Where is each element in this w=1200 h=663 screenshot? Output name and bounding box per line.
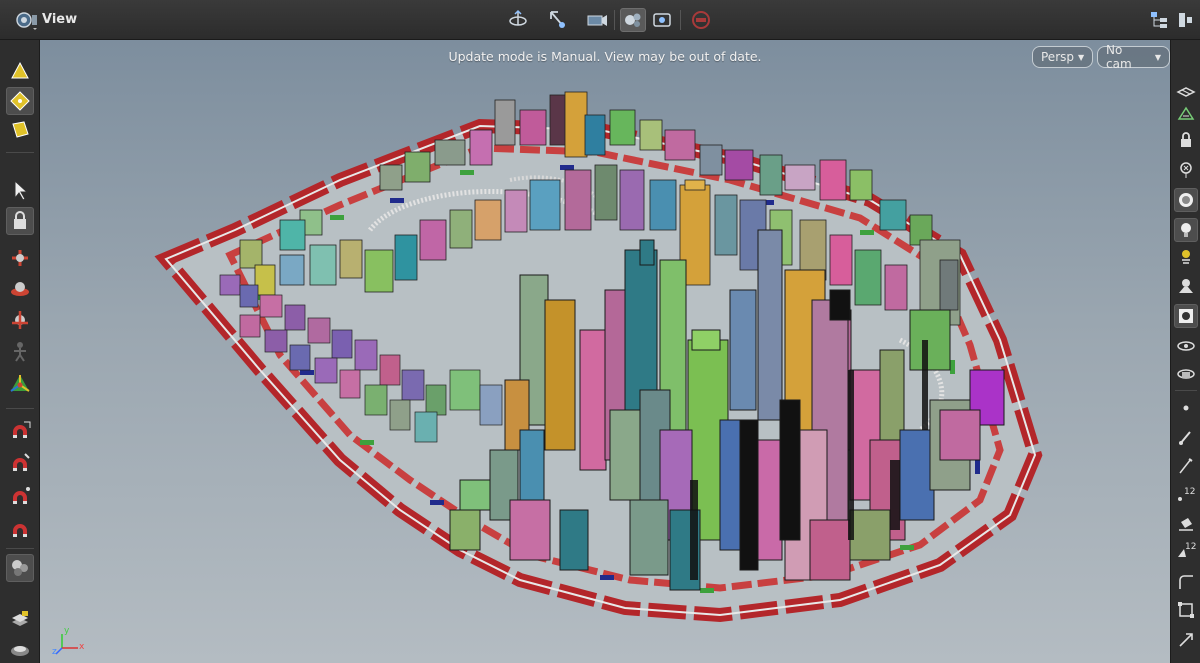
axis-z-label: z <box>52 647 57 657</box>
camera-select-label: No cam <box>1106 43 1132 71</box>
tree-menu-icon[interactable] <box>1146 8 1172 32</box>
chevron-down-icon: ▼ <box>1154 52 1161 62</box>
pane-menu-icon[interactable] <box>1172 8 1198 32</box>
layers-icon[interactable] <box>6 606 34 634</box>
render-region-icon[interactable] <box>6 554 34 582</box>
brush-icon[interactable] <box>1174 426 1198 450</box>
right-toolbar: 12 12 <box>1170 40 1200 663</box>
camera-select-menu[interactable]: No cam ▼ <box>1097 43 1170 71</box>
ambient-light-icon[interactable] <box>1174 274 1198 298</box>
pan-view-icon[interactable] <box>544 8 570 32</box>
handle-tool-icon[interactable] <box>6 275 34 303</box>
pane-title: View <box>42 12 78 27</box>
toolbar-divider <box>6 408 34 409</box>
snapshot-icon[interactable] <box>649 8 675 32</box>
update-mode-message: Update mode is Manual. View may be out o… <box>448 49 762 64</box>
display-options-icon[interactable] <box>620 8 646 32</box>
visibility-icon[interactable] <box>1174 334 1198 358</box>
resize-icon[interactable] <box>1174 628 1198 652</box>
view-tool-icon[interactable] <box>6 244 34 272</box>
paint-tool-icon[interactable] <box>6 337 34 365</box>
select-arrow-icon[interactable] <box>6 176 34 204</box>
toolbar-divider <box>614 10 615 30</box>
pen-icon[interactable] <box>1174 454 1198 478</box>
pose-tool-icon[interactable] <box>6 306 34 334</box>
left-toolbar <box>0 40 40 663</box>
paint-bucket-icon[interactable] <box>1174 512 1198 536</box>
bounding-box-icon[interactable] <box>1174 598 1198 622</box>
point-icon[interactable] <box>1174 396 1198 420</box>
dolly-view-icon[interactable] <box>583 8 609 32</box>
select-prims-icon[interactable] <box>6 116 34 144</box>
axis-y-label: y <box>64 626 70 636</box>
lock-icon[interactable] <box>1174 128 1198 152</box>
stop-icon[interactable] <box>688 8 714 32</box>
chevron-down-icon: ▼ <box>1078 52 1085 62</box>
shading-icon[interactable] <box>1174 102 1198 126</box>
close-x-icon[interactable] <box>1174 158 1198 182</box>
axis-gizmo: y x z <box>52 626 86 657</box>
prim-numbers-icon[interactable]: 12 <box>1174 538 1198 562</box>
axis-x-label: x <box>79 642 85 652</box>
ground-plane-icon[interactable] <box>1174 78 1198 102</box>
circle-icon[interactable] <box>1174 188 1198 212</box>
vertex-numbers-icon[interactable]: 12 <box>1174 482 1198 506</box>
headlight-icon[interactable] <box>1174 244 1198 268</box>
corner-icon[interactable] <box>1174 570 1198 594</box>
viewer-pane-icon[interactable] <box>14 8 40 32</box>
snap-prim-icon[interactable] <box>6 449 34 477</box>
badge-12a-text: 12 <box>1184 487 1195 497</box>
transform-handle-icon[interactable] <box>6 370 34 398</box>
viewer-header: View <box>0 0 1200 40</box>
display-flag-icon[interactable] <box>6 635 34 663</box>
light-icon[interactable] <box>1174 218 1198 242</box>
snap-multi-icon[interactable] <box>6 515 34 543</box>
toolbar-divider <box>6 152 34 153</box>
toolbar-divider <box>6 548 34 549</box>
select-points-icon[interactable] <box>6 87 34 115</box>
lock-icon[interactable] <box>6 207 34 235</box>
camera-projection-menu[interactable]: Persp ▼ <box>1032 46 1094 68</box>
ghost-icon[interactable] <box>1174 362 1198 386</box>
snap-grid-icon[interactable] <box>6 416 34 444</box>
select-object-icon[interactable] <box>6 58 34 86</box>
tumble-view-icon[interactable] <box>505 8 531 32</box>
snap-point-icon[interactable] <box>6 482 34 510</box>
city-scene <box>154 91 1043 623</box>
badge-12b-text: 12 <box>1185 542 1196 552</box>
toolbar-divider <box>680 10 681 30</box>
scene-viewport[interactable]: Update mode is Manual. View may be out o… <box>40 40 1170 663</box>
camera-projection-label: Persp <box>1041 50 1074 64</box>
toolbar-divider <box>1175 390 1197 391</box>
display-options-icon[interactable] <box>1174 304 1198 328</box>
